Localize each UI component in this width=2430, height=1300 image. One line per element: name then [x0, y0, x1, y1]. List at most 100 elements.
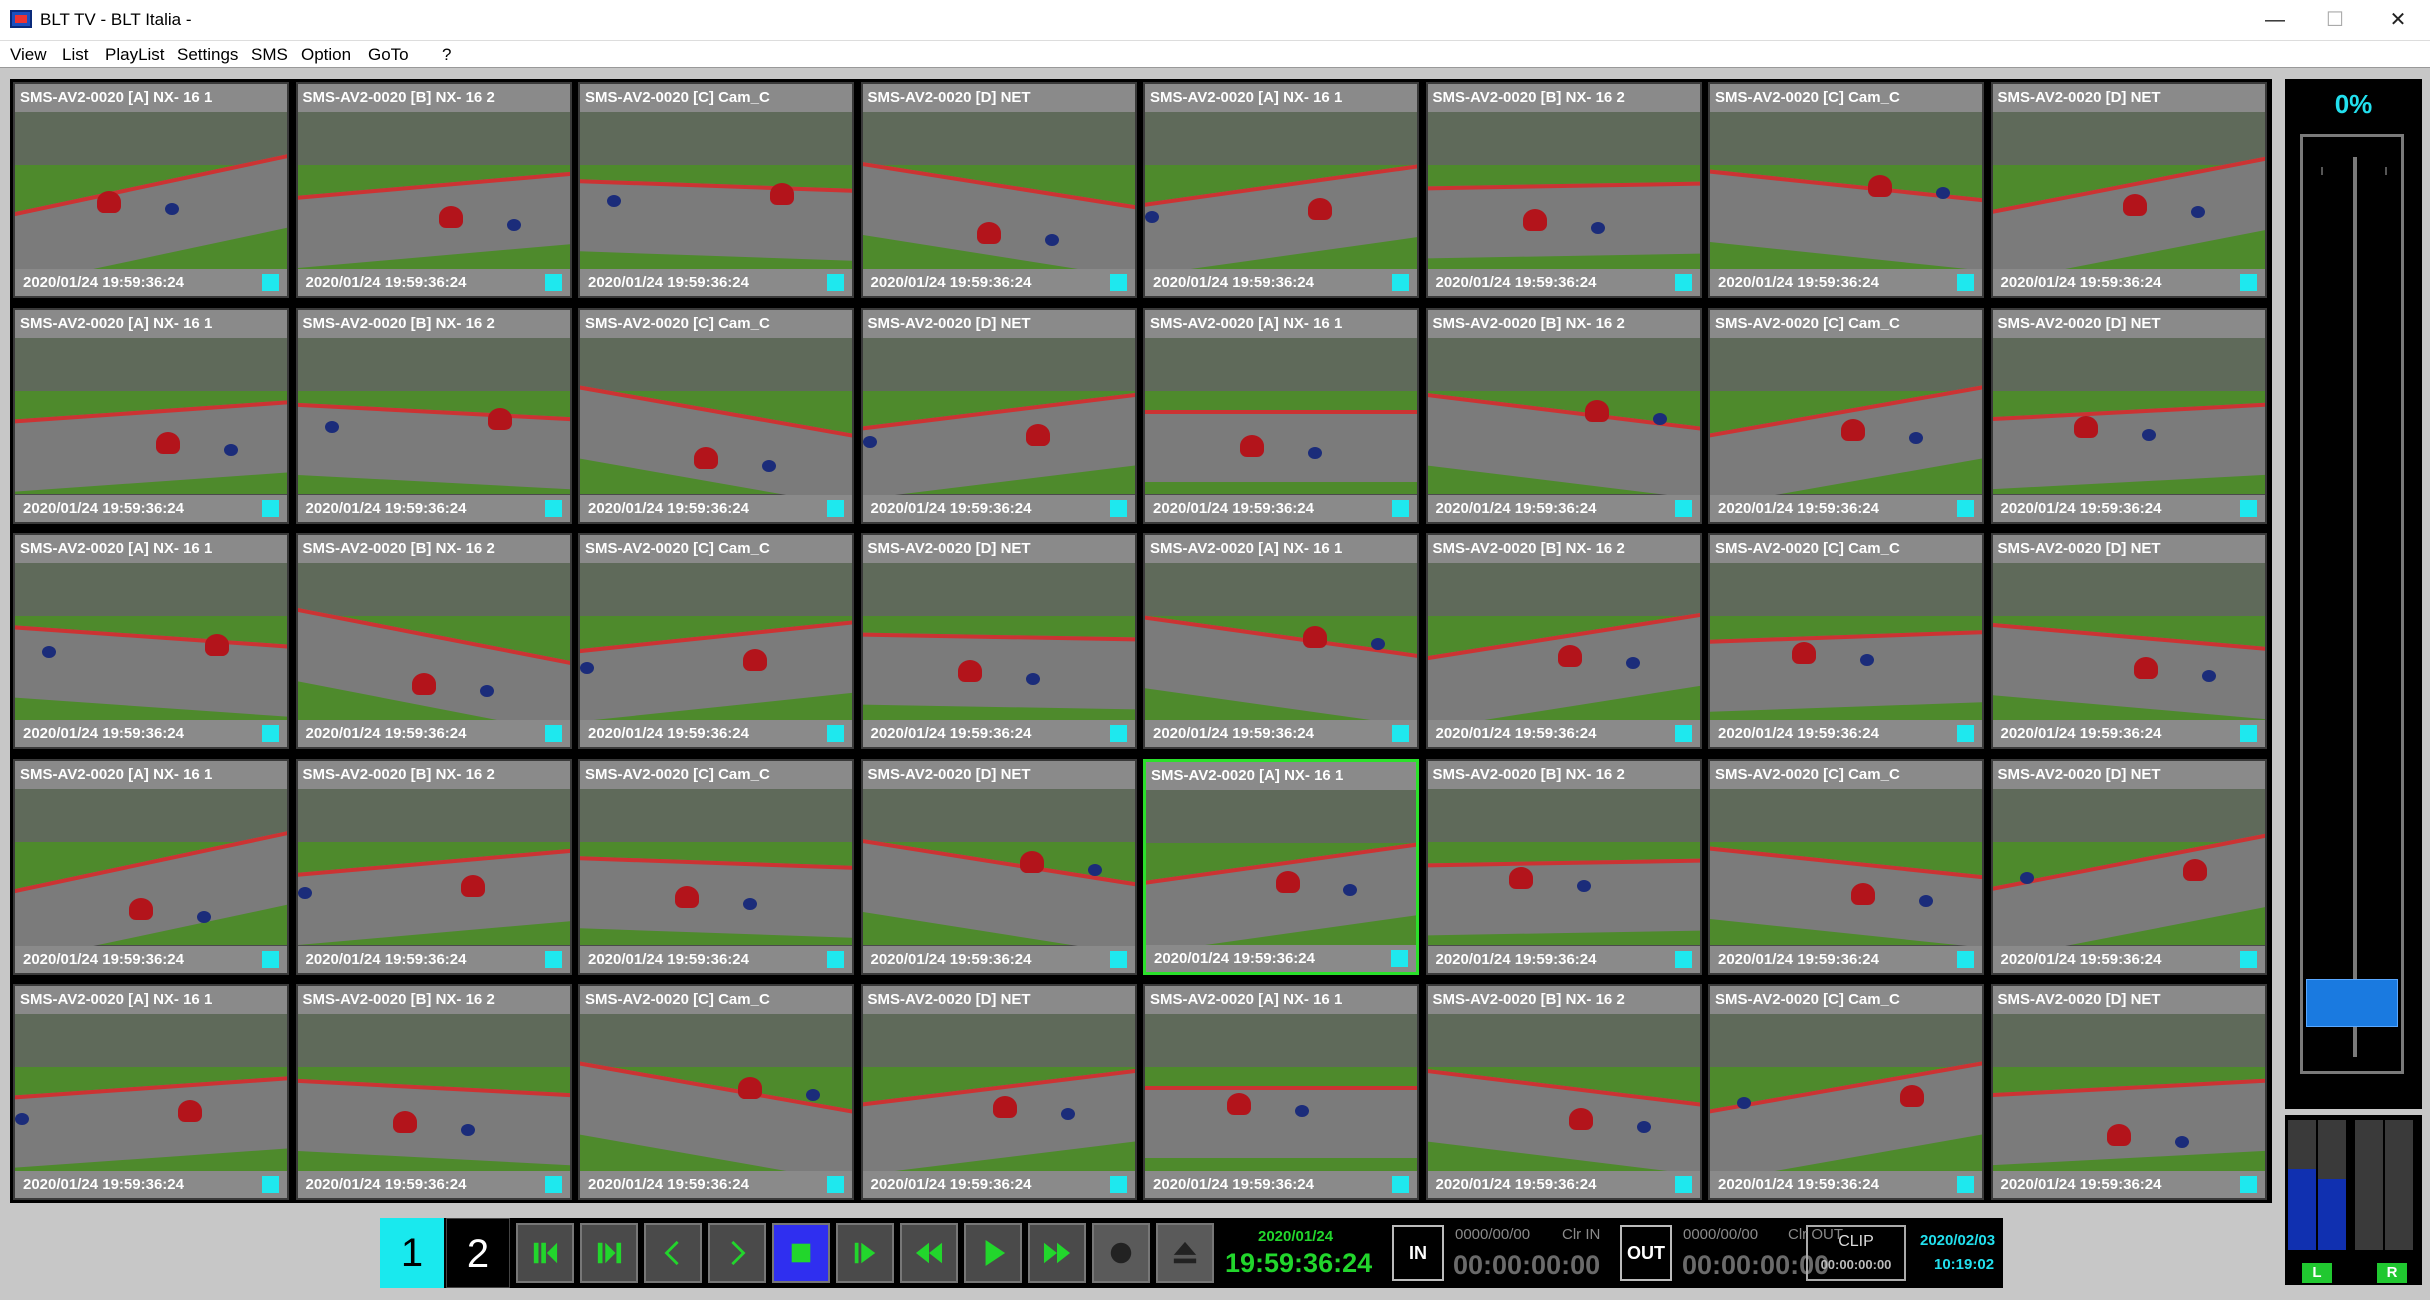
next-clip-button[interactable] — [580, 1223, 638, 1283]
fast-forward-button[interactable] — [1028, 1223, 1086, 1283]
menu-list[interactable]: List — [62, 45, 88, 65]
tile-status-indicator[interactable] — [827, 499, 844, 517]
video-tile[interactable]: SMS-AV2-0020 [D] NET 2020/01/24 19:59:36:… — [860, 307, 1137, 524]
clear-out-button[interactable]: Clr OUT — [1788, 1226, 1843, 1243]
video-tile[interactable]: SMS-AV2-0020 [D] NET 2020/01/24 19:59:36:… — [1990, 533, 2267, 749]
video-tile[interactable]: SMS-AV2-0020 [A] NX- 16 1 2020/01/24 19:5… — [13, 307, 289, 524]
tile-status-indicator[interactable] — [2239, 274, 2257, 291]
tile-status-indicator[interactable] — [1109, 274, 1127, 291]
play-button[interactable] — [964, 1223, 1022, 1283]
video-tile[interactable]: SMS-AV2-0020 [D] NET 2020/01/24 19:59:36:… — [860, 758, 1137, 975]
menu-settings[interactable]: Settings — [177, 45, 238, 65]
tile-status-indicator[interactable] — [1957, 499, 1974, 517]
mark-in-button[interactable]: IN — [1392, 1225, 1444, 1281]
video-tile[interactable]: SMS-AV2-0020 [C] Cam_C 2020/01/24 19:59:3… — [578, 533, 854, 749]
tile-status-indicator[interactable] — [1957, 274, 1974, 291]
clear-in-button[interactable]: Clr IN — [1562, 1226, 1600, 1243]
video-tile[interactable]: SMS-AV2-0020 [B] NX- 16 2 2020/01/24 19:5… — [295, 533, 572, 749]
video-tile[interactable]: SMS-AV2-0020 [B] NX- 16 2 2020/01/24 19:5… — [295, 307, 572, 524]
video-tile[interactable]: SMS-AV2-0020 [A] NX- 16 1 2020/01/24 19:5… — [1143, 307, 1419, 524]
tile-status-indicator[interactable] — [1392, 1176, 1409, 1193]
video-tile[interactable]: SMS-AV2-0020 [C] Cam_C 2020/01/24 19:59:3… — [1708, 758, 1984, 975]
video-tile[interactable]: SMS-AV2-0020 [D] NET 2020/01/24 19:59:36:… — [1990, 307, 2267, 524]
tile-status-indicator[interactable] — [1674, 274, 1692, 291]
minimize-button[interactable]: — — [2245, 0, 2305, 41]
tile-status-indicator[interactable] — [262, 499, 279, 517]
video-tile[interactable]: SMS-AV2-0020 [B] NX- 16 2 2020/01/24 19:5… — [295, 758, 572, 975]
video-tile[interactable]: SMS-AV2-0020 [A] NX- 16 1 2020/01/24 19:5… — [1143, 533, 1419, 749]
video-tile[interactable]: SMS-AV2-0020 [B] NX- 16 2 2020/01/24 19:5… — [295, 82, 572, 298]
video-tile[interactable]: SMS-AV2-0020 [B] NX- 16 2 2020/01/24 19:5… — [1425, 82, 1702, 298]
video-tile[interactable]: SMS-AV2-0020 [C] Cam_C 2020/01/24 19:59:3… — [578, 307, 854, 524]
close-button[interactable]: ✕ — [2368, 0, 2428, 41]
tile-status-indicator[interactable] — [262, 1176, 279, 1193]
menu-goto[interactable]: GoTo — [368, 45, 409, 65]
play-from-start-button[interactable] — [836, 1223, 894, 1283]
video-tile[interactable]: SMS-AV2-0020 [A] NX- 16 1 2020/01/24 19:5… — [13, 758, 289, 975]
video-tile[interactable]: SMS-AV2-0020 [D] NET 2020/01/24 19:59:36:… — [1990, 984, 2267, 1200]
tile-status-indicator[interactable] — [1674, 1176, 1692, 1193]
video-tile[interactable]: SMS-AV2-0020 [C] Cam_C 2020/01/24 19:59:3… — [1708, 533, 1984, 749]
eject-button[interactable] — [1156, 1223, 1214, 1283]
step-back-button[interactable] — [644, 1223, 702, 1283]
tile-status-indicator[interactable] — [262, 725, 279, 742]
audio-fader-handle[interactable] — [2306, 979, 2398, 1027]
tile-status-indicator[interactable] — [262, 274, 279, 291]
video-tile[interactable]: SMS-AV2-0020 [D] NET 2020/01/24 19:59:36:… — [1990, 82, 2267, 298]
menu-playlist[interactable]: PlayList — [105, 45, 165, 65]
tile-status-indicator[interactable] — [544, 725, 562, 742]
video-tile[interactable]: SMS-AV2-0020 [C] Cam_C 2020/01/24 19:59:3… — [578, 758, 854, 975]
prev-clip-button[interactable] — [516, 1223, 574, 1283]
menu-view[interactable]: View — [10, 45, 47, 65]
video-tile[interactable]: SMS-AV2-0020 [A] NX- 16 1 2020/01/24 19:5… — [1143, 984, 1419, 1200]
tile-status-indicator[interactable] — [1674, 499, 1692, 517]
tile-status-indicator[interactable] — [262, 950, 279, 968]
mark-out-button[interactable]: OUT — [1620, 1225, 1672, 1281]
tile-status-indicator[interactable] — [544, 950, 562, 968]
tile-status-indicator[interactable] — [1109, 1176, 1127, 1193]
tile-status-indicator[interactable] — [2239, 499, 2257, 517]
tile-status-indicator[interactable] — [544, 499, 562, 517]
tile-status-indicator[interactable] — [1674, 950, 1692, 968]
tile-status-indicator[interactable] — [1109, 499, 1127, 517]
stop-button[interactable] — [772, 1223, 830, 1283]
video-tile[interactable]: SMS-AV2-0020 [B] NX- 16 2 2020/01/24 19:5… — [1425, 984, 1702, 1200]
rewind-button[interactable] — [900, 1223, 958, 1283]
tile-status-indicator[interactable] — [1957, 725, 1974, 742]
video-tile[interactable]: SMS-AV2-0020 [C] Cam_C 2020/01/24 19:59:3… — [578, 82, 854, 298]
tile-status-indicator[interactable] — [2239, 950, 2257, 968]
video-tile[interactable]: SMS-AV2-0020 [B] NX- 16 2 2020/01/24 19:5… — [295, 984, 572, 1200]
tile-status-indicator[interactable] — [1391, 949, 1408, 967]
tile-status-indicator[interactable] — [1109, 950, 1127, 968]
tile-status-indicator[interactable] — [827, 725, 844, 742]
page-2-button[interactable]: 2 — [446, 1218, 510, 1288]
tile-status-indicator[interactable] — [1392, 274, 1409, 291]
maximize-button[interactable]: ☐ — [2305, 0, 2365, 41]
video-tile[interactable]: SMS-AV2-0020 [B] NX- 16 2 2020/01/24 19:5… — [1425, 758, 1702, 975]
video-tile[interactable]: SMS-AV2-0020 [B] NX- 16 2 2020/01/24 19:5… — [1425, 533, 1702, 749]
tile-status-indicator[interactable] — [827, 950, 844, 968]
video-tile[interactable]: SMS-AV2-0020 [C] Cam_C 2020/01/24 19:59:3… — [1708, 984, 1984, 1200]
video-tile[interactable]: SMS-AV2-0020 [D] NET 2020/01/24 19:59:36:… — [860, 533, 1137, 749]
menu-option[interactable]: Option — [301, 45, 351, 65]
video-tile[interactable]: SMS-AV2-0020 [C] Cam_C 2020/01/24 19:59:3… — [1708, 82, 1984, 298]
video-tile[interactable]: SMS-AV2-0020 [D] NET 2020/01/24 19:59:36:… — [860, 984, 1137, 1200]
tile-status-indicator[interactable] — [1392, 725, 1409, 742]
tile-status-indicator[interactable] — [2239, 1176, 2257, 1193]
video-tile[interactable]: SMS-AV2-0020 [B] NX- 16 2 2020/01/24 19:5… — [1425, 307, 1702, 524]
tile-status-indicator[interactable] — [1957, 1176, 1974, 1193]
tile-status-indicator[interactable] — [1674, 725, 1692, 742]
tile-status-indicator[interactable] — [827, 1176, 844, 1193]
menu-sms[interactable]: SMS — [251, 45, 288, 65]
video-tile[interactable]: SMS-AV2-0020 [D] NET 2020/01/24 19:59:36:… — [1990, 758, 2267, 975]
tile-status-indicator[interactable] — [1109, 725, 1127, 742]
video-tile[interactable]: SMS-AV2-0020 [A] NX- 16 1 2020/01/24 19:5… — [13, 984, 289, 1200]
tile-status-indicator[interactable] — [1957, 950, 1974, 968]
page-1-button[interactable]: 1 — [380, 1218, 444, 1288]
audio-fader-track[interactable] — [2300, 134, 2404, 1074]
video-tile[interactable]: SMS-AV2-0020 [A] NX- 16 1 2020/01/24 19:5… — [13, 533, 289, 749]
tile-status-indicator[interactable] — [544, 274, 562, 291]
step-forward-button[interactable] — [708, 1223, 766, 1283]
menu-help[interactable]: ? — [442, 45, 451, 65]
record-button[interactable] — [1092, 1223, 1150, 1283]
